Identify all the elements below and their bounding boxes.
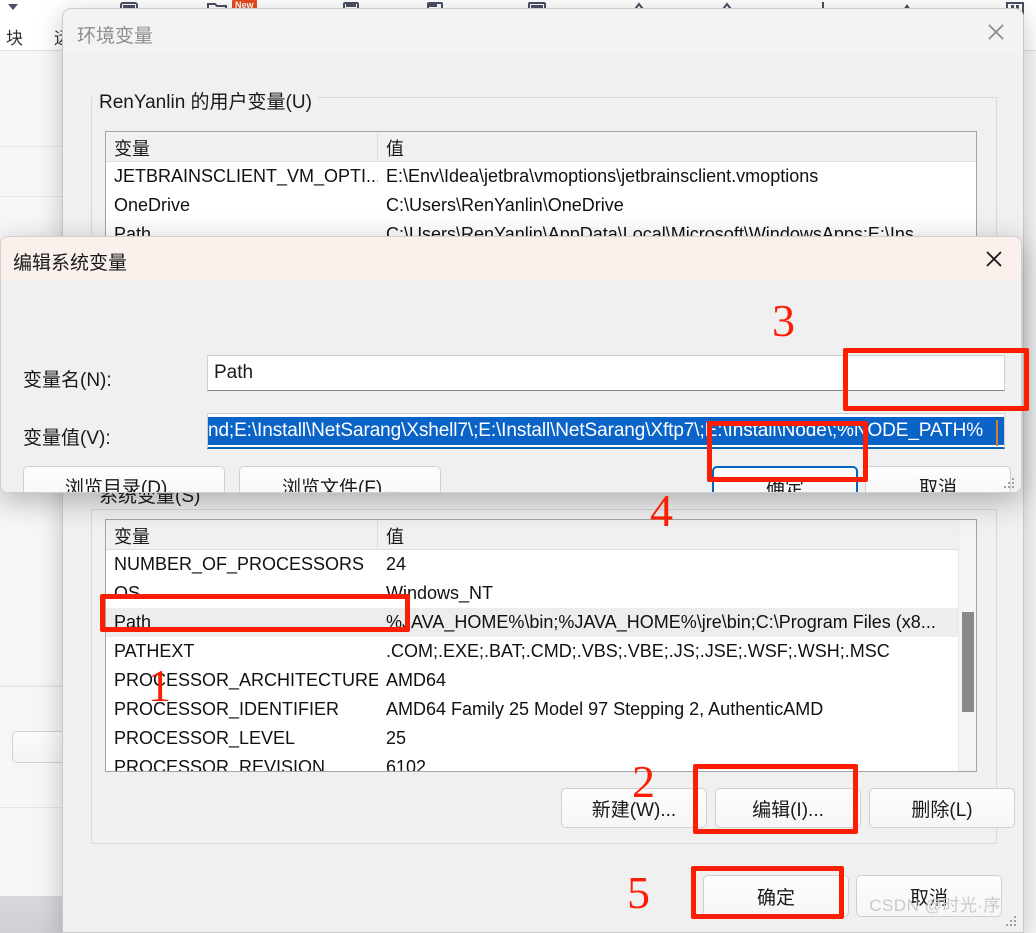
annotation-number-2: 2 (632, 756, 655, 807)
cell-variable-value: AMD64 (386, 670, 447, 690)
cell-variable-name: OneDrive (114, 195, 191, 215)
user-variables-legend: RenYanlin 的用户变量(U) (93, 87, 318, 114)
cell-variable-value: %JAVA_HOME%\bin;%JAVA_HOME%\jre\bin;C:\P… (386, 612, 936, 632)
browse-file-button[interactable]: 浏览文件(F)... (239, 466, 441, 493)
delete-variable-button[interactable]: 删除(L) (869, 788, 1015, 828)
cell-variable-value: E:\Env\Idea\jetbra\vmoptions\jetbrainscl… (386, 166, 819, 186)
edit-dialog-body: 变量名(N): Path 变量值(V): nd;E:\Install\NetSa… (1, 281, 1021, 493)
table-row[interactable]: Path %JAVA_HOME%\bin;%JAVA_HOME%\jre\bin;… (106, 608, 976, 637)
cell-variable-value: C:\Users\RenYanlin\OneDrive (386, 195, 624, 215)
dropdown-caret-icon[interactable] (8, 4, 18, 10)
edit-system-variable-dialog: 编辑系统变量 变量名(N): Path 变量值(V): nd;E:\Instal… (0, 236, 1022, 493)
edit-variable-button[interactable]: 编辑(I)... (715, 788, 861, 828)
edit-variable-label: 编辑(I)... (752, 799, 824, 821)
annotation-number-4: 4 (650, 485, 673, 536)
table-row[interactable]: PATHEXT .COM;.EXE;.BAT;.CMD;.VBS;.VBE;.JS… (106, 637, 976, 666)
annotation-number-3: 3 (772, 295, 795, 346)
table-row[interactable]: NUMBER_OF_PROCESSORS 24 (106, 550, 976, 579)
cell-variable-value: Windows_NT (386, 583, 494, 603)
system-table-scrollbar[interactable] (958, 520, 976, 771)
cell-variable-name: PROCESSOR_ARCHITECTURE (114, 670, 378, 690)
env-ok-button[interactable]: 确定 (703, 875, 849, 917)
user-table-header: 变量 值 (106, 132, 976, 162)
background-menu-item-0[interactable]: 块 (6, 24, 23, 49)
variable-name-input[interactable]: Path (207, 355, 1005, 391)
delete-variable-label: 删除(L) (911, 799, 973, 821)
cell-variable-value: 6102 (386, 757, 427, 772)
table-row[interactable]: OS Windows_NT (106, 579, 976, 608)
system-variables-table[interactable]: 变量 值 NUMBER_OF_PROCESSORS 24 OS Windows_NT P… (105, 519, 977, 772)
cell-variable-name: PATHEXT (114, 641, 195, 661)
scrollbar-thumb[interactable] (962, 612, 974, 712)
table-row[interactable]: PROCESSOR_LEVEL 25 (106, 724, 976, 753)
edit-dialog-cancel-label: 取消 (918, 477, 957, 493)
table-row[interactable]: JETBRAINSCLIENT_VM_OPTI... E:\Env\Idea\je… (106, 162, 976, 191)
user-col-value[interactable]: 值 (378, 132, 976, 161)
env-window-titlebar: 环境变量 (63, 9, 1023, 54)
browse-directory-label: 浏览目录(D)... (64, 477, 184, 493)
cell-variable-name: OS (114, 583, 141, 603)
env-ok-label: 确定 (756, 887, 795, 909)
cell-variable-name: JETBRAINSCLIENT_VM_OPTI... (114, 166, 378, 186)
table-row[interactable]: OneDrive C:\Users\RenYanlin\OneDrive (106, 191, 976, 220)
close-icon[interactable] (979, 19, 1013, 45)
browse-file-label: 浏览文件(F)... (281, 477, 399, 493)
variable-name-label: 变量名(N): (23, 370, 112, 391)
edit-dialog-ok-button[interactable]: 确定 (712, 466, 858, 493)
resize-grip-icon[interactable] (1005, 914, 1017, 926)
resize-grip-icon[interactable] (1003, 476, 1015, 488)
variable-value-label: 变量值(V): (23, 428, 111, 449)
table-row[interactable]: PROCESSOR_ARCHITECTURE AMD64 (106, 666, 976, 695)
table-row[interactable]: PROCESSOR_IDENTIFIER AMD64 Family 25 Mode… (106, 695, 976, 724)
user-variables-table[interactable]: 变量 值 JETBRAINSCLIENT_VM_OPTI... E:\Env\Id… (105, 131, 977, 241)
cell-variable-value: 24 (386, 554, 407, 574)
user-col-name[interactable]: 变量 (106, 132, 378, 161)
cell-variable-name: Path (114, 612, 152, 632)
env-window-title: 环境变量 (77, 26, 154, 47)
cell-variable-value: .COM;.EXE;.BAT;.CMD;.VBS;.VBE;.JS;.JSE;.… (386, 641, 890, 661)
browse-directory-button[interactable]: 浏览目录(D)... (23, 466, 225, 493)
cell-variable-value: AMD64 Family 25 Model 97 Stepping 2, Aut… (386, 699, 824, 719)
cell-variable-name: PROCESSOR_REVISION (114, 757, 326, 772)
cell-variable-name: PROCESSOR_IDENTIFIER (114, 699, 340, 719)
cell-variable-name: PROCESSOR_LEVEL (114, 728, 296, 748)
annotation-number-5: 5 (627, 867, 650, 918)
variable-value-text: nd;E:\Install\NetSarang\Xshell7\;E:\Inst… (208, 416, 1004, 445)
annotation-number-1: 1 (148, 660, 171, 711)
text-caret (996, 420, 998, 446)
edit-dialog-titlebar: 编辑系统变量 (1, 237, 1021, 281)
variable-name-value: Path (214, 362, 254, 383)
edit-dialog-ok-label: 确定 (765, 477, 804, 493)
variable-value-input[interactable]: nd;E:\Install\NetSarang\Xshell7\;E:\Inst… (207, 413, 1005, 449)
edit-dialog-title: 编辑系统变量 (13, 253, 128, 274)
cell-variable-name: NUMBER_OF_PROCESSORS (114, 554, 365, 574)
watermark: CSDN @时光·序 (869, 896, 1001, 915)
system-col-name[interactable]: 变量 (106, 520, 378, 549)
cell-variable-value: 25 (386, 728, 407, 748)
system-table-header: 变量 值 (106, 520, 976, 550)
edit-dialog-cancel-button[interactable]: 取消 (865, 466, 1011, 493)
system-col-value[interactable]: 值 (378, 520, 976, 549)
table-row[interactable]: PROCESSOR_REVISION 6102 (106, 753, 976, 772)
close-icon[interactable] (979, 247, 1009, 271)
